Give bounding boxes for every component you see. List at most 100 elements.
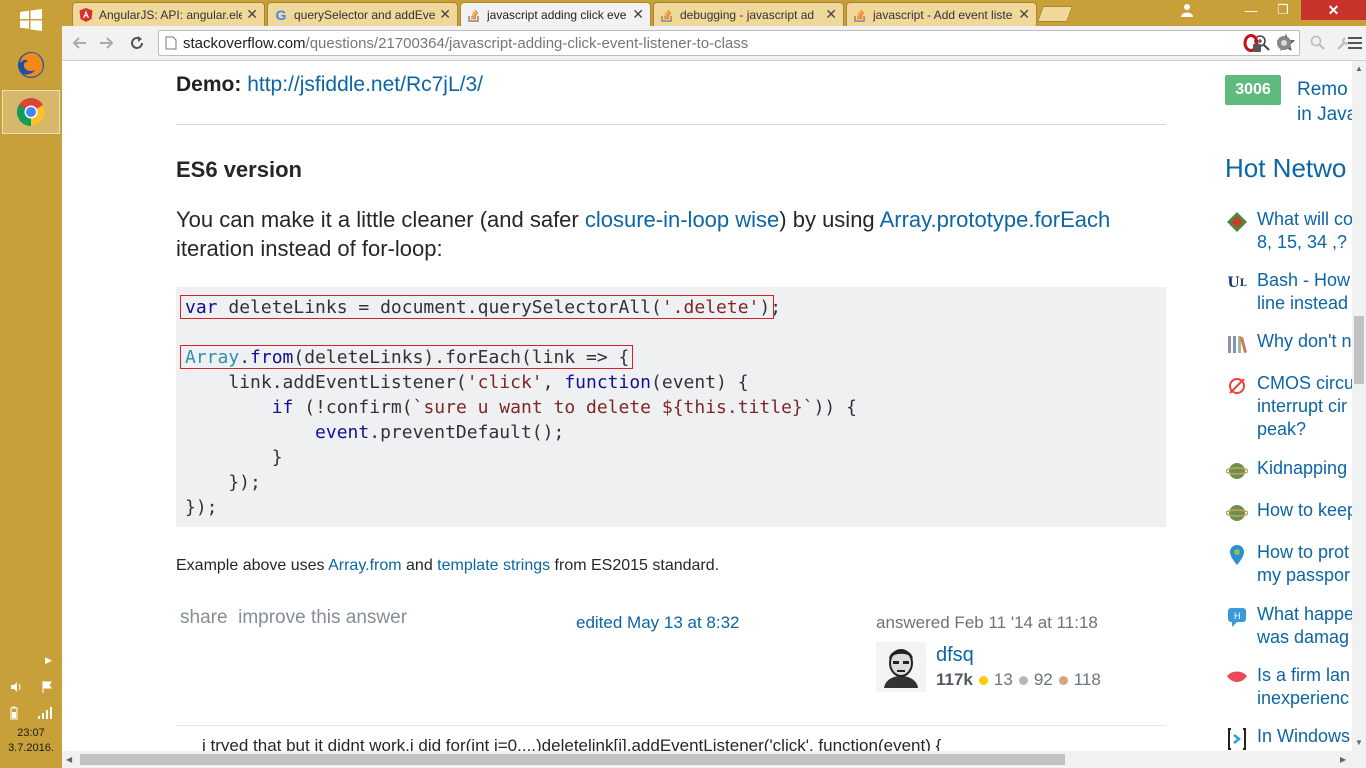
svg-text:H: H [1234,611,1241,621]
new-tab-button[interactable] [1037,6,1073,22]
code-token: (!confirm( [293,397,413,418]
tab-title: debugging - javascript ad [680,7,815,22]
volume-icon[interactable] [9,680,23,694]
back-arrow-icon[interactable] [68,33,90,53]
edited-timestamp[interactable]: edited May 13 at 8:32 [576,613,740,633]
avatar[interactable] [876,642,926,692]
action-center-flag-icon[interactable] [40,680,54,694]
tab-javascript-adding-click[interactable]: javascript adding click eve ✕ [460,2,651,26]
url-path: /questions/21700364/javascript-adding-cl… [305,34,749,52]
reputation-score: 117k [936,670,973,689]
forward-arrow-icon[interactable] [96,33,118,53]
hot-question-item[interactable]: UL Bash - How line instead [1225,269,1352,315]
tray-expand-icon[interactable]: ▶ [0,655,62,671]
hot-question-item[interactable]: In Windows [1225,725,1352,751]
minimize-icon[interactable]: — [1236,0,1266,20]
example-note: Example above uses Array.from and templa… [176,557,719,575]
reload-icon[interactable] [126,33,148,53]
signal-strength-icon[interactable] [37,707,53,719]
vertical-scrollbar[interactable] [1352,61,1366,751]
scroll-up-icon[interactable]: ▲ [1355,64,1363,73]
code-line: } [185,447,283,468]
tab-queryselector[interactable]: G querySelector and addEve ✕ [267,2,458,26]
user-name-link[interactable]: dfsq [936,644,974,667]
code-token: function [564,372,652,393]
code-token: )) { [813,397,857,418]
demo-link[interactable]: http://jsfiddle.net/Rc7jL/3/ [247,73,483,96]
hot-question-title: How to prot my passpor [1257,541,1352,587]
tab-add-event-listener[interactable]: javascript - Add event liste ✕ [846,2,1037,26]
windows-taskbar: ▶ 23:07 3.7.2016. [0,0,62,768]
settings-extension-icon[interactable] [1274,33,1294,53]
scroll-left-icon[interactable]: ◀ [66,755,72,764]
linked-question-link[interactable]: Remo in Java [1297,77,1352,127]
array-from-link[interactable]: Array.from [328,557,401,574]
hot-question-title: CMOS circu interrupt cir peak? [1257,372,1352,441]
hot-question-item[interactable]: Why don't n [1225,330,1352,354]
para-text: iteration instead of for-loop: [176,236,443,261]
hot-question-item[interactable]: How to prot my passpor [1225,541,1352,587]
title-line: Is a firm lan [1257,665,1351,685]
firefox-taskbar-button[interactable] [0,44,62,86]
url-text: stackoverflow.com/questions/21700364/jav… [183,35,748,52]
hot-question-item[interactable]: H What happe was damag [1225,603,1352,649]
tab-debugging[interactable]: debugging - javascript ad ✕ [653,2,844,26]
taskbar-clock[interactable]: 23:07 3.7.2016. [0,726,62,766]
code-token: if [271,397,294,418]
code-block[interactable]: var deleteLinks = document.querySelector… [176,287,1166,527]
demo-line: Demo: http://jsfiddle.net/Rc7jL/3/ [176,73,483,97]
template-strings-link[interactable]: template strings [437,557,550,574]
hot-question-title: Why don't n [1257,331,1352,351]
clock-date: 3.7.2016. [8,742,54,754]
chrome-menu-icon[interactable] [1340,33,1366,53]
silver-badge-icon [1018,675,1028,685]
windows-start-button[interactable] [0,0,62,40]
tab-angularjs[interactable]: AngularJS: API: angular.ele ✕ [72,2,265,26]
battery-icon[interactable] [9,706,19,720]
close-tab-icon[interactable]: ✕ [632,6,644,23]
hot-question-item[interactable]: How to keep [1225,499,1352,523]
scroll-right-icon[interactable]: ▶ [1340,755,1346,764]
code-line: var deleteLinks = document.querySelector… [185,295,781,320]
closure-in-loop-link[interactable]: closure-in-loop wise [585,207,779,232]
close-tab-icon[interactable]: ✕ [1018,6,1030,23]
stackoverflow-icon [660,8,674,22]
array-foreach-link[interactable]: Array.prototype.forEach [880,207,1111,232]
chrome-user-icon[interactable] [1172,0,1202,20]
google-icon: G [275,6,287,23]
puzzling-icon [1225,210,1249,234]
hot-question-item[interactable]: What will co 8, 15, 34 ,? [1225,208,1352,254]
title-line: inexperienc [1257,688,1350,708]
improve-answer-link[interactable]: improve this answer [238,607,407,628]
code-token: from [250,347,294,368]
tab-title: querySelector and addEve [294,7,436,22]
chrome-taskbar-button[interactable] [2,90,60,134]
hot-question-item[interactable]: CMOS circu interrupt cir peak? [1225,372,1352,442]
page-content: Demo: http://jsfiddle.net/Rc7jL/3/ ES6 v… [62,61,1352,751]
horizontal-scroll-thumb[interactable] [80,754,1065,765]
hot-question-item[interactable]: Is a firm lan inexperienc [1225,664,1352,710]
close-tab-icon[interactable]: ✕ [439,6,451,23]
comment-divider [176,725,1166,726]
close-tab-icon[interactable]: ✕ [825,6,837,23]
note-text: and [401,557,438,574]
search-extension-icon[interactable] [1308,33,1328,53]
address-bar[interactable]: stackoverflow.com/questions/21700364/jav… [158,30,1300,56]
hot-question-item[interactable]: Kidnapping [1225,457,1352,481]
code-line: Array.from(deleteLinks).forEach(link => … [185,345,629,370]
answer-paragraph: You can make it a little cleaner (and sa… [176,205,1166,263]
close-tab-icon[interactable]: ✕ [246,6,258,23]
para-text: ) by using [779,207,880,232]
title-line: my passpor [1257,565,1351,585]
hot-network-heading[interactable]: Hot Netwo [1225,153,1346,184]
law-icon: H [1225,605,1249,629]
opera-extension-icon[interactable] [1242,33,1262,53]
close-window-icon[interactable]: ✕ [1301,0,1366,20]
electronics-icon [1225,374,1249,398]
maximize-icon[interactable]: ❐ [1268,0,1298,20]
scroll-down-icon[interactable]: ▼ [1355,738,1363,747]
share-link[interactable]: share [180,607,228,628]
linked-title-line: Remo [1297,79,1348,100]
vertical-scroll-thumb[interactable] [1354,316,1364,384]
